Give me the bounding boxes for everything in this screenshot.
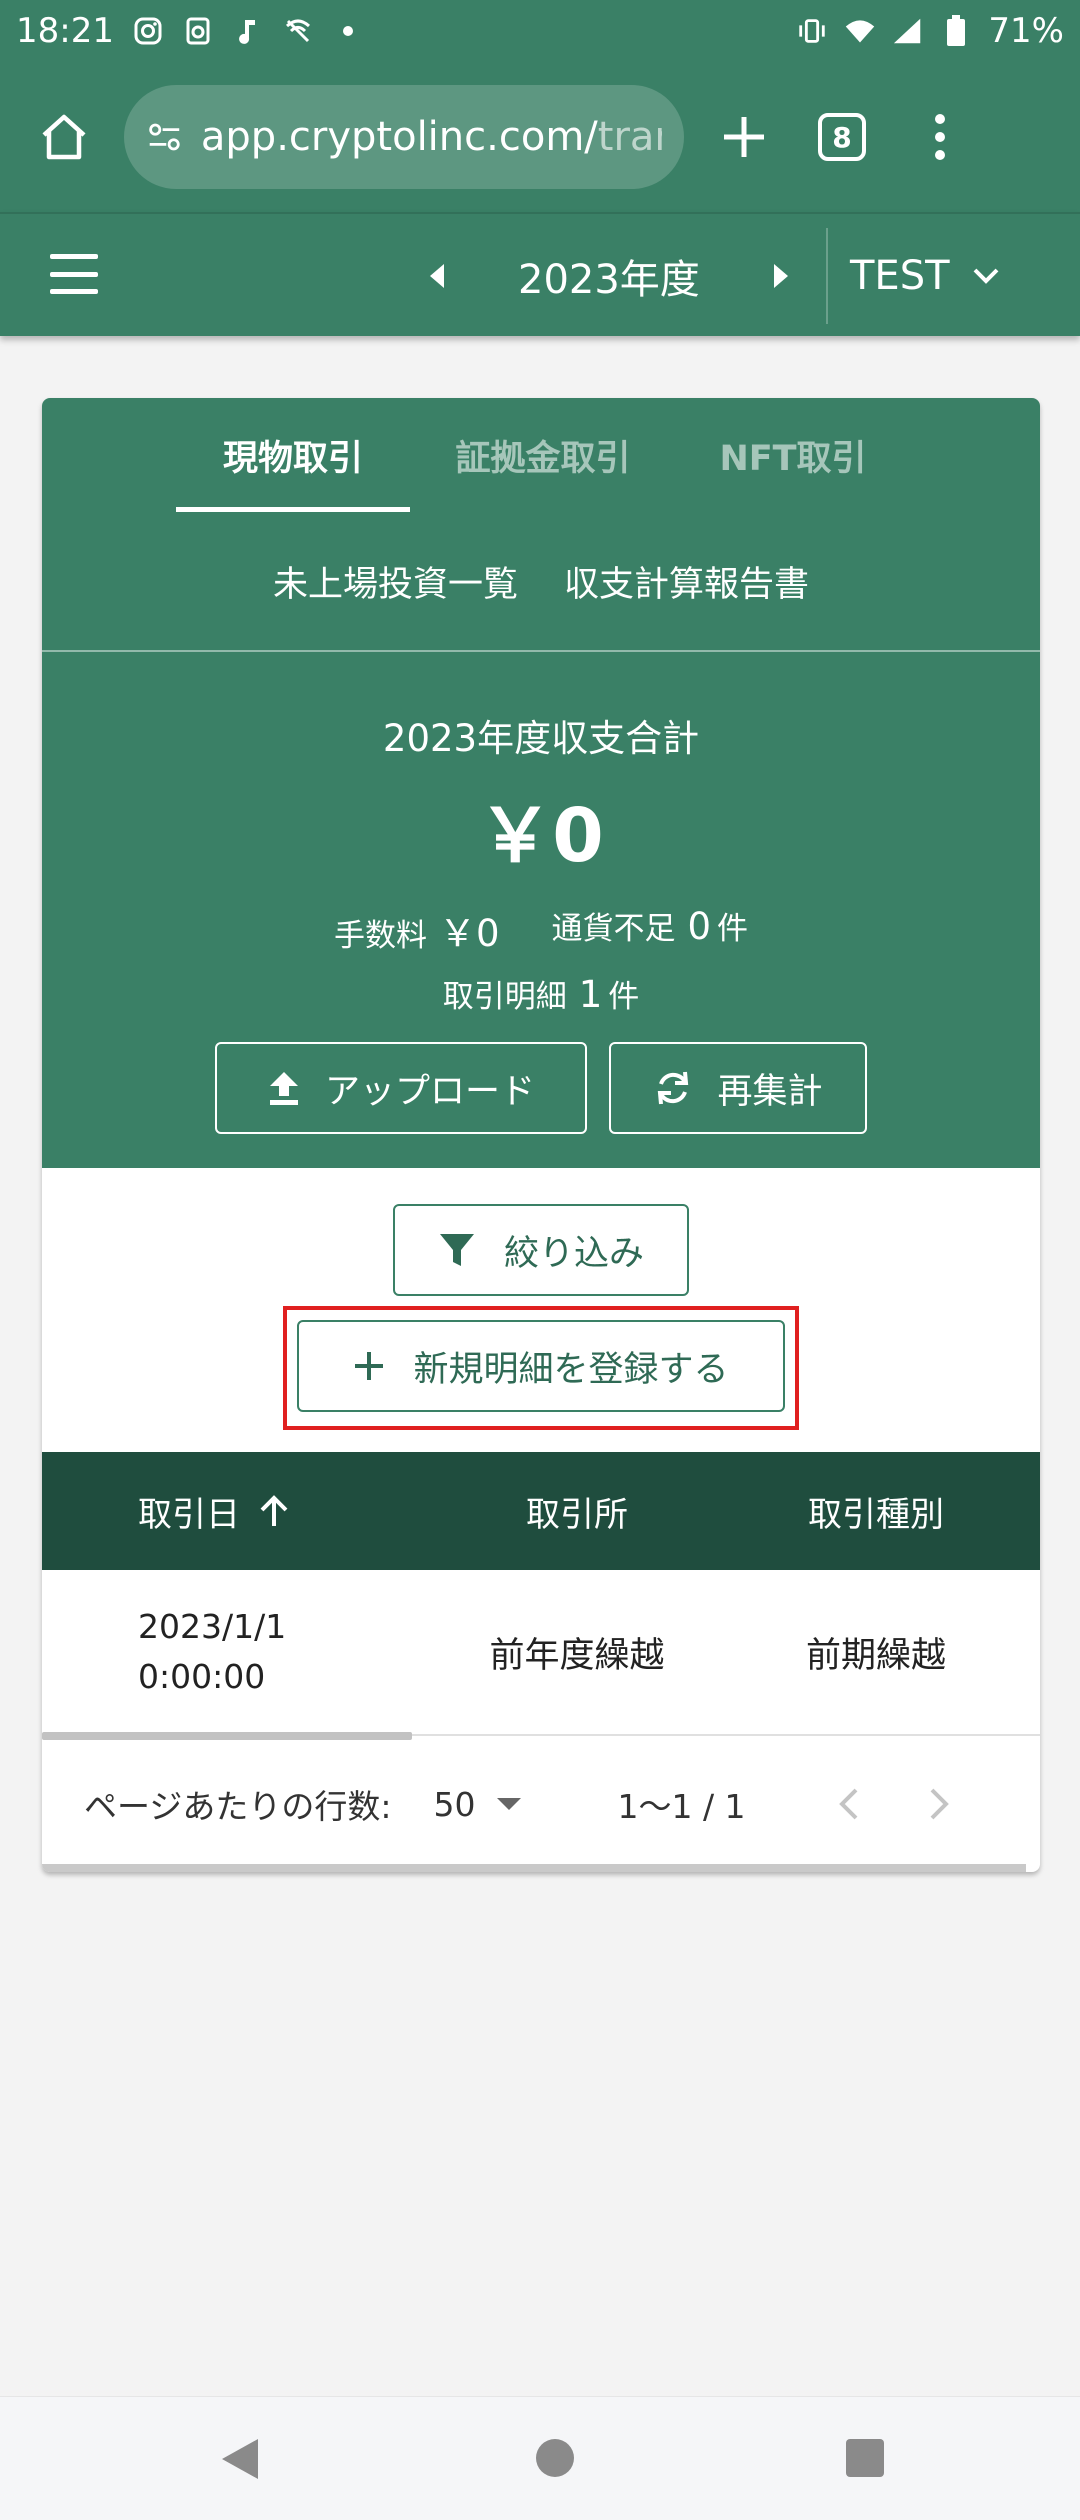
cell-exchange: 前年度繰越: [489, 1635, 665, 1676]
link-income-report[interactable]: 収支計算報告書: [564, 556, 809, 607]
summary-title: 2023年度収支合計: [382, 717, 700, 760]
cell-signal-icon: [892, 15, 924, 47]
status-bar: 18:21 71%: [0, 0, 1080, 62]
filter-icon: [439, 1234, 474, 1266]
tab-switcher-button[interactable]: 8: [804, 99, 880, 175]
card-body: 絞り込み 新規明細を登録する 取引日 取引所 取引種別 2023/1/1 0:0…: [42, 1168, 1040, 1872]
prev-year-icon[interactable]: [430, 264, 444, 288]
vibrate-icon: [796, 15, 828, 47]
tab-nft[interactable]: NFT取引: [668, 398, 918, 512]
summary-actions: アップロード 再集計: [42, 1042, 1040, 1134]
back-icon[interactable]: [222, 2439, 258, 2479]
home-circle-icon[interactable]: [536, 2439, 574, 2477]
upload-icon: [269, 1072, 298, 1105]
app-notification-icon: [182, 15, 214, 47]
dot-icon: [332, 15, 364, 47]
hamburger-menu-icon[interactable]: [50, 254, 98, 294]
next-page-icon[interactable]: [928, 1787, 950, 1821]
column-header-type[interactable]: 取引種別: [712, 1487, 1040, 1536]
android-nav-bar: [0, 2396, 1080, 2520]
column-header-date[interactable]: 取引日: [42, 1487, 442, 1536]
card-header: 現物取引 証拠金取引 NFT取引 未上場投資一覧 収支計算報告書 2023年度収…: [42, 398, 1040, 1168]
new-tab-button[interactable]: [706, 99, 782, 175]
dropdown-caret-icon: [497, 1798, 522, 1810]
tab-margin[interactable]: 証拠金取引: [418, 398, 668, 512]
summary-total: ￥0: [478, 793, 604, 879]
recents-icon[interactable]: [846, 2439, 884, 2477]
summary-stats: 手数料 ￥0 通貨不足 0 件: [42, 903, 1040, 957]
plus-icon: [355, 1352, 384, 1380]
battery-icon: [940, 15, 972, 47]
card-scrollbar[interactable]: [42, 1864, 1026, 1872]
browser-toolbar: app.cryptolinc.com/trans 8: [0, 62, 1080, 212]
column-header-exchange[interactable]: 取引所: [442, 1487, 712, 1536]
music-note-icon: [232, 15, 264, 47]
prev-page-icon[interactable]: [838, 1787, 860, 1821]
tab-count: 8: [818, 113, 866, 161]
sort-arrow-up-icon[interactable]: [258, 1494, 290, 1528]
detail-stat: 取引明細 1 件: [442, 973, 640, 1016]
browser-menu-button[interactable]: [902, 99, 978, 175]
fee-stat: 手数料 ￥0: [333, 912, 500, 955]
page-nav: [838, 1787, 950, 1821]
link-unlisted-investments[interactable]: 未上場投資一覧: [273, 556, 518, 607]
wifi-icon: [844, 15, 876, 47]
new-entry-highlight: 新規明細を登録する: [283, 1306, 799, 1430]
rows-per-page-label: ページあたりの行数:: [84, 1787, 392, 1826]
browser-home-button[interactable]: [26, 99, 102, 175]
pagination: ページあたりの行数: 50 1〜1 / 1: [42, 1736, 1040, 1872]
rows-per-page-select[interactable]: 50: [433, 1785, 522, 1824]
trade-type-tabs: 現物取引 証拠金取引 NFT取引: [42, 398, 1040, 512]
upload-button[interactable]: アップロード: [215, 1042, 587, 1134]
new-entry-button[interactable]: 新規明細を登録する: [297, 1320, 785, 1412]
table-header: 取引日 取引所 取引種別: [42, 1452, 1040, 1570]
battery-percent: 71%: [988, 11, 1064, 51]
current-year: 2023年度: [518, 257, 700, 303]
cell-type: 前期繰越: [805, 1635, 946, 1676]
summary-panel: 2023年度収支合計 ￥0 手数料 ￥0 通貨不足 0 件 取引明細 1 件 アップロード…: [42, 652, 1040, 1168]
chevron-down-icon: [973, 268, 998, 284]
instagram-icon: [132, 15, 164, 47]
signal-off-icon: [282, 15, 314, 47]
account-name: TEST: [850, 253, 950, 299]
home-icon: [42, 114, 86, 160]
shortage-stat: 通貨不足 0 件: [551, 905, 749, 948]
transactions-card: 現物取引 証拠金取引 NFT取引 未上場投資一覧 収支計算報告書 2023年度収…: [42, 398, 1040, 1872]
filter-button[interactable]: 絞り込み: [393, 1204, 689, 1296]
appbar-divider: [826, 228, 828, 324]
table-row[interactable]: 2023/1/1 0:00:00 前年度繰越 前期繰越: [42, 1570, 1040, 1740]
sub-links: 未上場投資一覧 収支計算報告書: [42, 512, 1040, 652]
page-range: 1〜1 / 1: [617, 1787, 746, 1826]
refresh-icon: [658, 1071, 689, 1105]
cell-date: 2023/1/1 0:00:00: [138, 1607, 287, 1696]
status-time: 18:21: [16, 11, 114, 51]
year-selector: 2023年度: [430, 214, 788, 338]
next-year-icon[interactable]: [773, 264, 788, 288]
browser-chrome: 18:21 71% app.cryptolinc.com/tra 8: [0, 0, 1080, 212]
url-text[interactable]: app.cryptolinc.com/trans: [201, 114, 662, 160]
tab-spot[interactable]: 現物取引: [168, 398, 418, 512]
more-vert-icon: [935, 114, 945, 160]
plus-icon: [724, 117, 764, 157]
site-settings-icon[interactable]: [146, 117, 183, 157]
recalculate-button[interactable]: 再集計: [609, 1042, 867, 1134]
url-bar[interactable]: app.cryptolinc.com/trans: [124, 85, 684, 189]
app-bar: 2023年度 TEST: [0, 212, 1080, 336]
account-dropdown[interactable]: TEST: [850, 214, 1000, 338]
